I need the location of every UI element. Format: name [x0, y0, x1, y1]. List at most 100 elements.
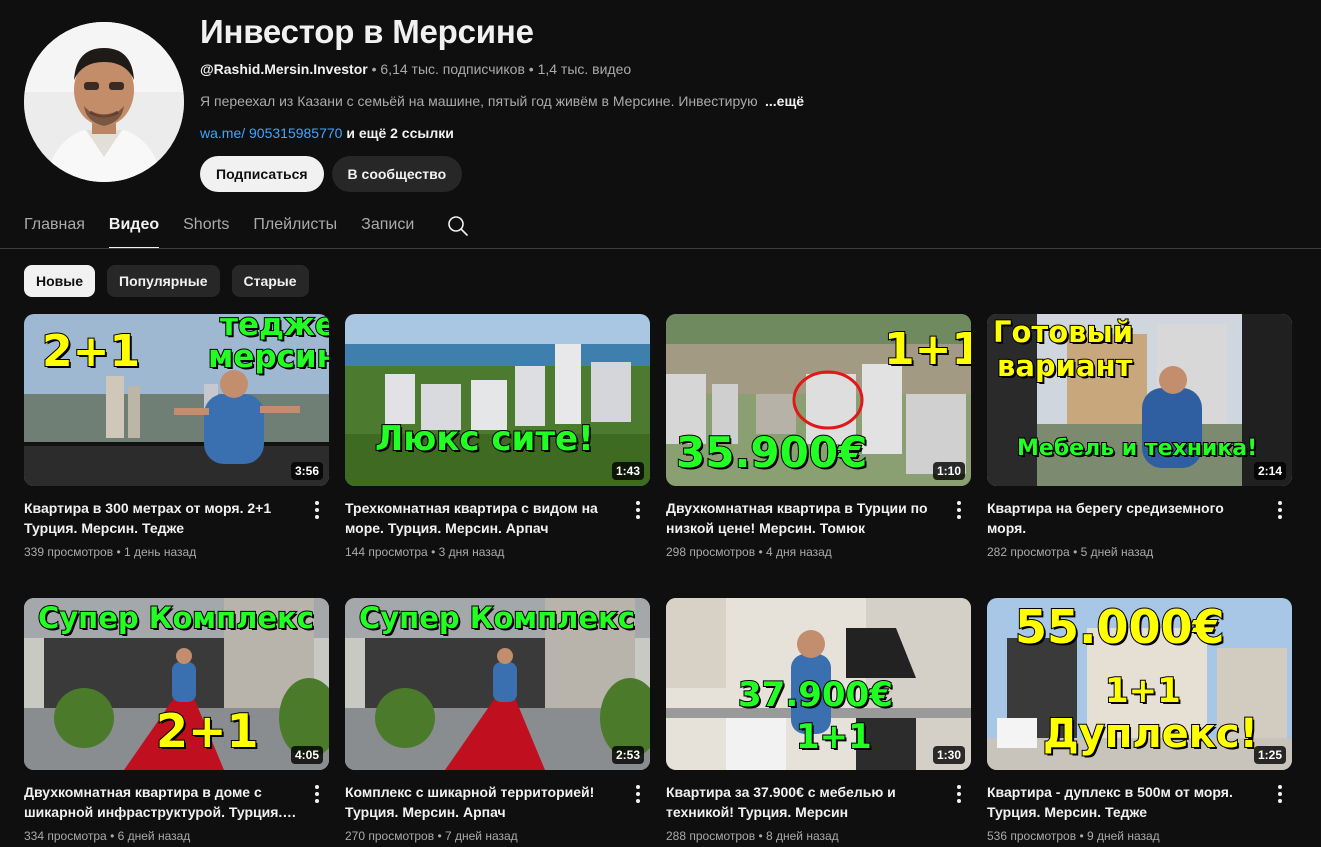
thumbnail-overlay-text: вариант	[996, 349, 1133, 383]
video-details: Трехкомнатная квартира с видом на море. …	[345, 498, 650, 560]
thumbnail-overlay-text: 1+1	[795, 717, 873, 757]
video-thumbnail[interactable]: 1+1 35.900€ 1:10	[666, 314, 971, 486]
tab-videos[interactable]: Видео	[108, 206, 160, 249]
video-meta: 282 просмотра • 5 дней назад	[987, 544, 1264, 560]
meta-separator: •	[758, 829, 763, 843]
video-age: 8 дней назад	[765, 829, 839, 843]
video-details: Комплекс с шикарной территорией! Турция.…	[345, 782, 650, 844]
video-duration: 2:53	[611, 746, 644, 764]
thumbnail-overlay-text: Супер Комплекс	[37, 601, 315, 635]
chip-popular[interactable]: Популярные	[107, 265, 220, 297]
video-title[interactable]: Двухкомнатная квартира в доме с шикарной…	[24, 782, 301, 822]
video-thumbnail[interactable]: 37.900€ 1+1 1:30	[666, 598, 971, 770]
video-title[interactable]: Квартира в 300 метрах от моря. 2+1 Турци…	[24, 498, 301, 538]
tab-shorts[interactable]: Shorts	[183, 206, 229, 249]
video-duration: 1:30	[932, 746, 965, 764]
channel-meta: @Rashid.Mersin.Investor • 6,14 тыс. подп…	[200, 60, 900, 78]
video-thumbnail[interactable]: Готовый вариант Мебель и техника! 2:14	[987, 314, 1292, 486]
more-actions-icon[interactable]	[305, 782, 329, 806]
community-button[interactable]: В сообщество	[331, 156, 463, 192]
video-card: Супер Комплекс 2:53 Комплекс с шикарной …	[345, 598, 650, 844]
thumbnail-overlay-text: Готовый	[992, 315, 1134, 349]
video-card: 37.900€ 1+1 1:30 Квартира за 37.900€ с м…	[666, 598, 971, 844]
video-title[interactable]: Двухкомнатная квартира в Турции по низко…	[666, 498, 943, 538]
thumbnail-image	[345, 314, 650, 486]
thumbnail-overlay-text: 35.900€	[675, 428, 868, 477]
sort-chips: Новые Популярные Старые	[24, 265, 309, 297]
video-meta: 288 просмотров • 8 дней назад	[666, 828, 943, 844]
thumbnail-overlay-text: 1+1	[883, 324, 971, 375]
thumbnail-overlay-text: Дуплекс!	[1042, 711, 1259, 757]
video-duration: 1:43	[611, 462, 644, 480]
search-icon[interactable]	[446, 214, 470, 238]
video-details: Двухкомнатная квартира в доме с шикарной…	[24, 782, 329, 844]
description-more-link[interactable]: ...ещё	[765, 92, 804, 110]
video-card: 55.000€ 1+1 Дуплекс! 1:25 Квартира - дуп…	[987, 598, 1292, 844]
video-title[interactable]: Комплекс с шикарной территорией! Турция.…	[345, 782, 622, 822]
video-thumbnail[interactable]: 55.000€ 1+1 Дуплекс! 1:25	[987, 598, 1292, 770]
video-views: 334 просмотра	[24, 829, 107, 843]
tab-posts[interactable]: Записи	[361, 206, 414, 249]
channel-actions: Подписаться В сообщество	[200, 156, 900, 192]
video-thumbnail[interactable]: Супер Комплекс 2:53	[345, 598, 650, 770]
channel-description[interactable]: Я переехал из Казани с семьёй на машине,…	[200, 92, 900, 110]
more-actions-icon[interactable]	[626, 498, 650, 522]
video-title[interactable]: Квартира - дуплекс в 500м от моря. Турци…	[987, 782, 1264, 822]
more-actions-icon[interactable]	[1268, 782, 1292, 806]
channel-handle[interactable]: @Rashid.Mersin.Investor	[200, 61, 368, 77]
video-age: 9 дней назад	[1086, 829, 1160, 843]
video-duration: 2:14	[1253, 462, 1286, 480]
video-card: 1+1 35.900€ 1:10 Двухкомнатная квартира …	[666, 314, 971, 560]
video-meta: 298 просмотров • 4 дня назад	[666, 544, 943, 560]
video-duration: 3:56	[290, 462, 323, 480]
video-views: 298 просмотров	[666, 545, 756, 559]
chip-oldest[interactable]: Старые	[231, 265, 309, 297]
meta-separator: •	[371, 61, 377, 77]
video-age: 5 дней назад	[1080, 545, 1154, 559]
video-card: Люкс сите! 1:43 Трехкомнатная квартира с…	[345, 314, 650, 560]
video-duration: 1:10	[932, 462, 965, 480]
meta-separator: •	[1079, 829, 1084, 843]
thumbnail-overlay-text: Супер Комплекс	[358, 601, 636, 635]
more-actions-icon[interactable]	[947, 498, 971, 522]
channel-title: Инвестор в Мерсине	[200, 13, 534, 50]
video-grid: 2+1 тедже мерсин 3:56 Квартира в 300 мет…	[24, 314, 1292, 844]
meta-separator: •	[758, 545, 763, 559]
chip-newest[interactable]: Новые	[24, 265, 96, 297]
more-links-button[interactable]: и ещё 2 ссылки	[346, 125, 453, 141]
more-actions-icon[interactable]	[305, 498, 329, 522]
video-title[interactable]: Трехкомнатная квартира с видом на море. …	[345, 498, 622, 538]
video-meta: 334 просмотра • 6 дней назад	[24, 828, 301, 844]
video-age: 1 день назад	[123, 545, 197, 559]
more-actions-icon[interactable]	[947, 782, 971, 806]
video-details: Квартира на берегу средиземного моря. 28…	[987, 498, 1292, 560]
video-details: Квартира за 37.900€ с мебелью и техникой…	[666, 782, 971, 844]
thumbnail-overlay-text: 55.000€	[1014, 600, 1226, 654]
more-actions-icon[interactable]	[626, 782, 650, 806]
video-title[interactable]: Квартира за 37.900€ с мебелью и техникой…	[666, 782, 943, 822]
more-actions-icon[interactable]	[1268, 498, 1292, 522]
meta-separator: •	[437, 829, 442, 843]
tab-playlists[interactable]: Плейлисты	[253, 206, 337, 249]
video-meta: 270 просмотров • 7 дней назад	[345, 828, 622, 844]
video-age: 6 дней назад	[117, 829, 191, 843]
video-details: Квартира в 300 метрах от моря. 2+1 Турци…	[24, 498, 329, 560]
channel-links: wa.me/ 905315985770 и ещё 2 ссылки	[200, 124, 900, 142]
video-age: 4 дня назад	[765, 545, 832, 559]
meta-separator: •	[1073, 545, 1078, 559]
video-views: 288 просмотров	[666, 829, 756, 843]
channel-avatar[interactable]	[24, 22, 184, 182]
subscribe-button[interactable]: Подписаться	[200, 156, 324, 192]
video-title[interactable]: Квартира на берегу средиземного моря.	[987, 498, 1264, 538]
video-age: 7 дней назад	[444, 829, 518, 843]
video-thumbnail[interactable]: Люкс сите! 1:43	[345, 314, 650, 486]
video-meta: 144 просмотра • 3 дня назад	[345, 544, 622, 560]
video-thumbnail[interactable]: 2+1 тедже мерсин 3:56	[24, 314, 329, 486]
video-meta: 339 просмотров • 1 день назад	[24, 544, 301, 560]
tabs-divider	[0, 248, 1321, 249]
thumbnail-overlay-text: 2+1	[155, 704, 260, 758]
video-thumbnail[interactable]: Супер Комплекс 2+1 4:05	[24, 598, 329, 770]
meta-separator: •	[110, 829, 115, 843]
tab-home[interactable]: Главная	[24, 206, 85, 249]
whatsapp-link[interactable]: wa.me/ 905315985770	[200, 125, 342, 141]
